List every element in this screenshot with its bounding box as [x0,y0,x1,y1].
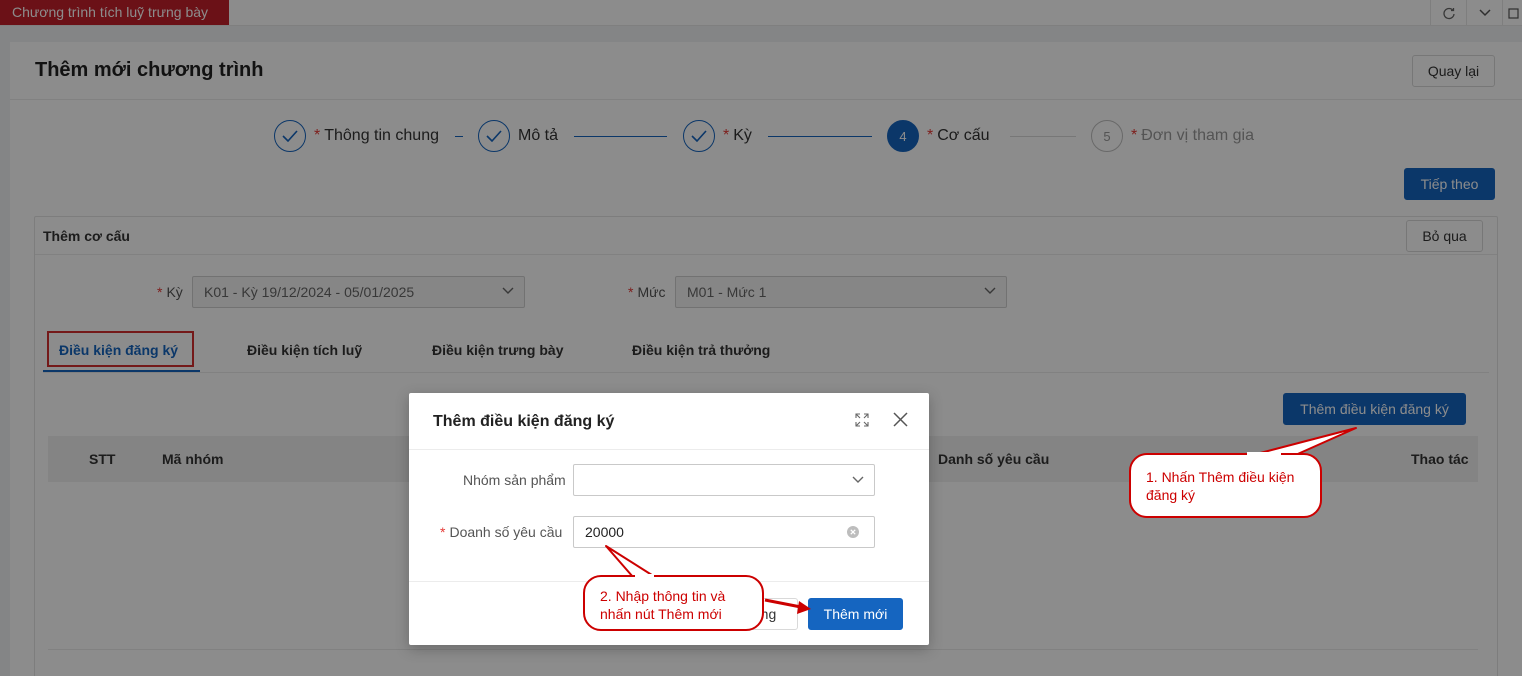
required-revenue-label: * Doanh số yêu cầu [440,524,563,540]
close-icon[interactable] [893,412,909,428]
callout-step-2: 2. Nhập thông tin và nhấn nút Thêm mới [583,575,764,631]
submit-button[interactable]: Thêm mới [808,598,903,630]
clear-icon[interactable] [847,526,859,538]
product-group-select[interactable] [573,464,875,496]
callout-joint [1247,452,1281,456]
required-revenue-value: 20000 [585,524,624,540]
callout-step-1: 1. Nhấn Thêm điều kiện đăng ký [1129,453,1322,518]
required-revenue-input[interactable]: 20000 [573,516,875,548]
chevron-down-icon [852,476,864,483]
maximize-icon[interactable] [855,413,871,429]
callout-joint [635,574,654,578]
modal-title: Thêm điều kiện đăng ký [433,413,615,430]
product-group-label: Nhóm sản phẩm [463,472,566,488]
modal-header-divider [409,449,929,450]
